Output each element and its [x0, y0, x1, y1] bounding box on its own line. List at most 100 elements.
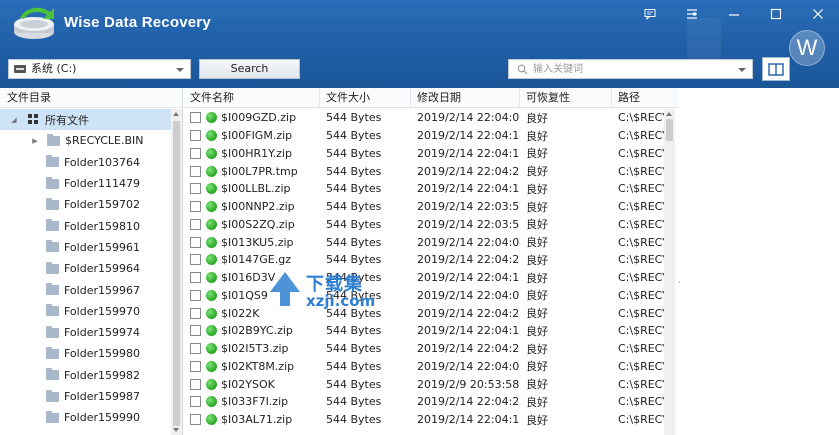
cell-size: 544 Bytes [326, 217, 382, 231]
table-row[interactable]: $I01QS9 544 Bytes 2019/2/14 22:04:05 良好 C:\$… [184, 287, 678, 305]
scroll-up-arrow-icon[interactable] [666, 112, 672, 116]
scrollbar-thumb[interactable] [173, 121, 180, 426]
row-checkbox[interactable] [190, 130, 201, 142]
column-header-recoverability[interactable]: 可恢复性 [520, 88, 612, 108]
row-checkbox[interactable] [190, 147, 201, 159]
tree-item-folder[interactable]: Folder111479 [0, 173, 171, 194]
cell-date: 2019/2/14 22:04:21 [417, 306, 520, 320]
row-checkbox[interactable] [190, 378, 201, 390]
cell-size: 544 Bytes [326, 377, 382, 391]
keyword-search-box[interactable] [508, 59, 753, 79]
cell-size: 544 Bytes [326, 235, 382, 249]
row-checkbox[interactable] [190, 254, 201, 266]
row-checkbox[interactable] [190, 289, 201, 301]
row-checkbox[interactable] [190, 414, 201, 426]
row-checkbox[interactable] [190, 165, 201, 177]
minimize-button[interactable] [713, 0, 755, 28]
file-name: $I033F7I.zip [221, 395, 289, 409]
column-header-name[interactable]: 文件名称 [184, 88, 320, 108]
tree-item-folder[interactable]: Folder159990 [0, 407, 171, 428]
table-row[interactable]: $I013KU5.zip 544 Bytes 2019/2/14 22:04:04 良… [184, 233, 678, 251]
scroll-up-arrow-icon[interactable] [173, 112, 179, 116]
table-row[interactable]: $I03AL71.zip 544 Bytes 2019/2/14 22:04:13 良… [184, 411, 678, 429]
tree-item-folder[interactable]: Folder159967 [0, 279, 171, 300]
row-checkbox[interactable] [190, 218, 201, 230]
tree-item-folder[interactable]: Folder159982 [0, 365, 171, 386]
cell-date: 2019/2/14 22:04:20 [417, 395, 520, 409]
table-row[interactable]: $I02B9YC.zip 544 Bytes 2019/2/14 22:04:16 良… [184, 322, 678, 340]
collapse-arrow-icon[interactable]: ◢ [10, 116, 18, 124]
table-row[interactable]: $I00S2ZQ.zip 544 Bytes 2019/2/14 22:03:51 良… [184, 216, 678, 234]
keyword-input[interactable] [533, 61, 733, 77]
tree-item-label: 所有文件 [45, 113, 89, 127]
table-row[interactable]: $I02I5T3.zip 544 Bytes 2019/2/14 22:04:22 良… [184, 340, 678, 358]
table-row[interactable]: $I00NNP2.zip 544 Bytes 2019/2/14 22:03:52 良… [184, 198, 678, 216]
table-row[interactable]: $I022K 544 Bytes 2019/2/14 22:04:21 良好 C:\$R… [184, 304, 678, 322]
table-row[interactable]: $I00LLBL.zip 544 Bytes 2019/2/14 22:04:13 良… [184, 180, 678, 198]
table-row[interactable]: $I00HR1Y.zip 544 Bytes 2019/2/14 22:04:10 良… [184, 145, 678, 163]
cell-date: 2019/2/14 22:04:03 [417, 359, 520, 373]
tree-item-folder[interactable]: Folder159980 [0, 343, 171, 364]
table-row[interactable]: $I0147GE.gz 544 Bytes 2019/2/14 22:04:23 良好… [184, 251, 678, 269]
row-checkbox[interactable] [190, 272, 201, 284]
table-row[interactable]: $I033F7I.zip 544 Bytes 2019/2/14 22:04:20 良… [184, 393, 678, 411]
table-row[interactable]: $I00L7PR.tmp 544 Bytes 2019/2/14 22:04:23 良… [184, 162, 678, 180]
cell-date: 2019/2/14 22:04:05 [417, 288, 520, 302]
scrollbar-thumb[interactable] [666, 119, 673, 141]
feedback-button[interactable] [629, 0, 671, 28]
row-checkbox[interactable] [190, 343, 201, 355]
drive-select[interactable]: 系统 (C:) [8, 59, 191, 79]
cell-size: 544 Bytes [326, 413, 382, 427]
tree-item-folder[interactable]: Folder103764 [0, 152, 171, 173]
cell-size: 544 Bytes [326, 342, 382, 356]
row-checkbox[interactable] [190, 307, 201, 319]
tree-item-folder[interactable]: Folder159987 [0, 386, 171, 407]
tree-item-folder[interactable]: Folder159964 [0, 258, 171, 279]
chevron-down-icon[interactable] [738, 68, 746, 72]
status-good-icon [206, 343, 217, 355]
cell-date: 2019/2/14 22:04:04 [417, 235, 520, 249]
tree-item-folder[interactable]: Folder159974 [0, 322, 171, 343]
tree-item-folder[interactable]: Folder159961 [0, 237, 171, 258]
cell-recoverability: 良好 [526, 289, 548, 303]
search-button[interactable]: Search [199, 59, 300, 79]
row-checkbox[interactable] [190, 360, 201, 372]
row-checkbox[interactable] [190, 112, 201, 124]
row-checkbox[interactable] [190, 236, 201, 248]
column-header-date[interactable]: 修改日期 [411, 88, 520, 108]
row-checkbox[interactable] [190, 183, 201, 195]
table-row[interactable]: $I009GZD.zip 544 Bytes 2019/2/14 22:04:09 良… [184, 109, 678, 127]
status-good-icon [206, 396, 217, 408]
tree-item-all-files[interactable]: ◢ 所有文件 [0, 109, 171, 131]
column-header-path[interactable]: 路径 [612, 88, 678, 108]
toggle-preview-button[interactable] [762, 57, 790, 81]
row-checkbox[interactable] [190, 325, 201, 337]
cell-date: 2019/2/14 22:04:13 [417, 413, 520, 427]
tree-item-label: Folder159810 [64, 219, 140, 233]
column-header-size[interactable]: 文件大小 [320, 88, 411, 108]
cell-recoverability: 良好 [526, 200, 548, 214]
table-row[interactable]: $I016D3V 544 Bytes 2019/2/14 22:04:12 良好 C:\… [184, 269, 678, 287]
tree-item-folder[interactable]: Folder159810 [0, 215, 171, 236]
tree-item-folder[interactable]: Folder159970 [0, 301, 171, 322]
row-checkbox[interactable] [190, 201, 201, 213]
folder-tree-scrollbar[interactable] [171, 109, 182, 435]
expand-arrow-icon[interactable]: ▶ [31, 137, 39, 145]
split-view-icon [768, 62, 784, 76]
cell-size: 544 Bytes [326, 306, 382, 320]
file-table-scrollbar[interactable] [664, 109, 675, 435]
menu-button[interactable] [671, 0, 713, 28]
tree-item-folder[interactable]: ▶ $RECYCLE.BIN [0, 130, 171, 151]
collapse-preview-arrow-icon[interactable] [679, 278, 680, 286]
close-button[interactable] [797, 0, 839, 28]
table-row[interactable]: $I00FIGM.zip 544 Bytes 2019/2/14 22:04:14 良… [184, 127, 678, 145]
folder-icon [46, 240, 59, 253]
row-checkbox[interactable] [190, 396, 201, 408]
scroll-down-arrow-icon[interactable] [173, 428, 179, 432]
table-header: 文件名称 文件大小 修改日期 可恢复性 路径 [184, 88, 678, 108]
table-row[interactable]: $I02YSOK 544 Bytes 2019/2/9 20:53:58 良好 C:\$… [184, 375, 678, 393]
tree-item-folder[interactable]: Folder159702 [0, 194, 171, 215]
maximize-button[interactable] [755, 0, 797, 28]
table-row[interactable]: $I02KT8M.zip 544 Bytes 2019/2/14 22:04:03 良… [184, 358, 678, 376]
user-avatar[interactable]: W [789, 30, 825, 66]
